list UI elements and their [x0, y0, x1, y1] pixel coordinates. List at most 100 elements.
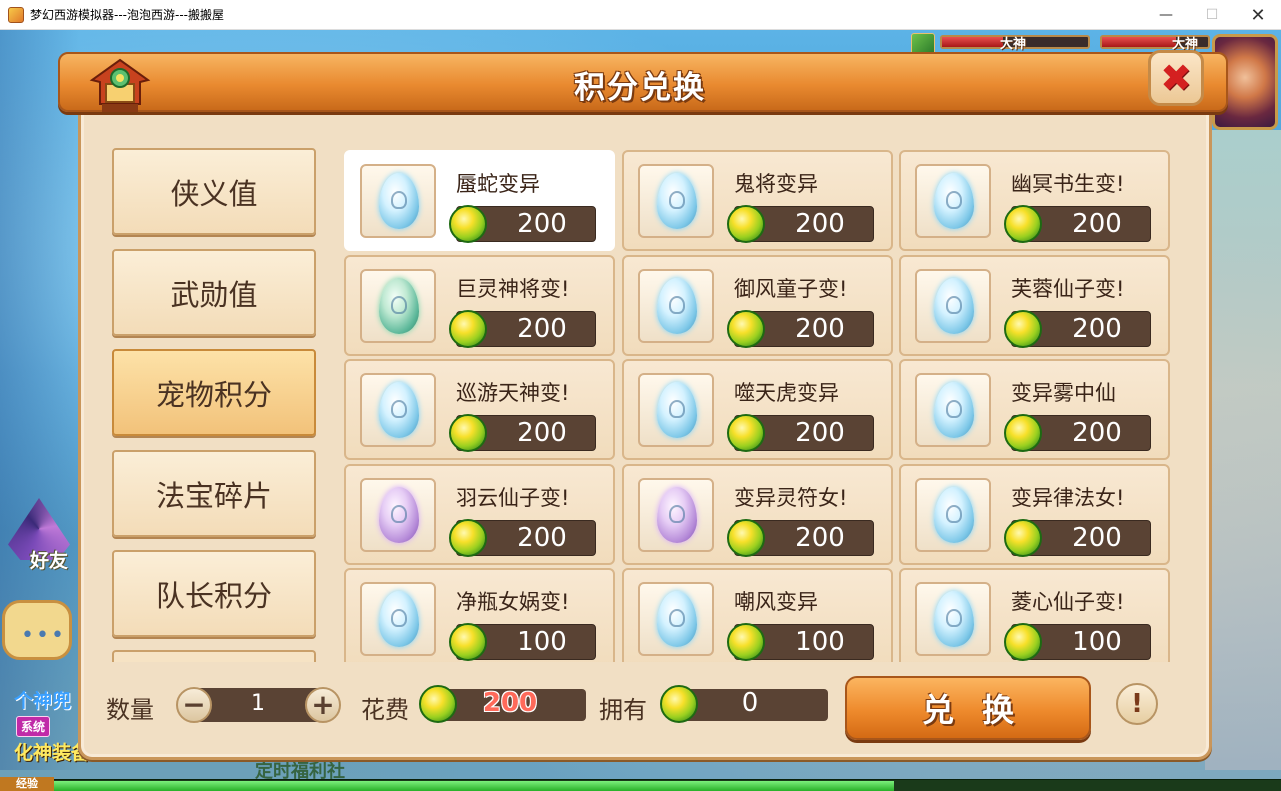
lantern-ornament-icon: [89, 58, 151, 112]
item-icon-frame: [360, 373, 436, 447]
item-card[interactable]: 净瓶女娲变! 100: [344, 568, 615, 662]
quantity-value[interactable]: 1: [210, 691, 306, 716]
pet-egg-icon: [934, 487, 974, 543]
item-price: 100: [449, 623, 596, 661]
window-titlebar: 梦幻西游模拟器---泡泡西游---搬搬屋 — ☐ ✕: [0, 0, 1281, 30]
increase-quantity-button[interactable]: +: [305, 687, 341, 723]
item-price-value: 100: [1072, 627, 1122, 657]
item-icon-frame: [638, 582, 714, 656]
chat-dots-icon: •••: [21, 623, 66, 648]
dialog-close-button[interactable]: ✖: [1148, 50, 1204, 106]
item-price: 200: [1004, 310, 1151, 348]
maximize-button[interactable]: ☐: [1189, 0, 1235, 30]
item-price: 200: [449, 519, 596, 557]
item-card[interactable]: 御风童子变! 200: [622, 255, 893, 356]
minimize-button[interactable]: —: [1143, 0, 1189, 30]
pet-egg-icon: [379, 382, 419, 438]
category-button[interactable]: 法宝碎片: [112, 450, 316, 537]
egg-pattern: [391, 400, 407, 418]
item-icon-frame: [360, 269, 436, 343]
item-name: 巨灵神将变!: [456, 277, 570, 301]
item-price: 200: [449, 310, 596, 348]
egg-pattern: [669, 296, 685, 314]
egg-pattern: [946, 400, 962, 418]
item-icon-frame: [360, 582, 436, 656]
point-gem-icon: [1004, 205, 1042, 243]
item-card[interactable]: 变异律法女! 200: [899, 464, 1170, 565]
item-name: 幽冥书生变!: [1011, 172, 1125, 196]
item-name: 噬天虎变异: [734, 381, 839, 405]
item-icon-frame: [638, 269, 714, 343]
exchange-button-label: 兑换: [921, 691, 1042, 729]
help-button[interactable]: !: [1116, 683, 1158, 725]
item-icon-frame: [915, 373, 991, 447]
item-price-value: 200: [517, 314, 567, 344]
item-card[interactable]: 巨灵神将变! 200: [344, 255, 615, 356]
item-icon-frame: [915, 269, 991, 343]
item-name: 变异律法女!: [1011, 486, 1125, 510]
dialog-title: 积分兑换: [574, 70, 706, 106]
item-card[interactable]: 变异灵符女! 200: [622, 464, 893, 565]
close-icon: ✖: [1160, 56, 1192, 100]
chat-bubble-button[interactable]: •••: [2, 600, 72, 660]
item-price-value: 200: [795, 314, 845, 344]
item-name: 巡游天神变!: [456, 381, 570, 405]
item-price: 200: [449, 205, 596, 243]
item-card[interactable]: 噬天虎变异 200: [622, 359, 893, 460]
egg-pattern: [391, 609, 407, 627]
item-price-value: 200: [517, 523, 567, 553]
pet-egg-icon: [657, 487, 697, 543]
category-button-partial[interactable]: [112, 650, 316, 662]
item-icon-frame: [360, 164, 436, 238]
item-name: 羽云仙子变!: [456, 486, 570, 510]
item-icon-frame: [915, 582, 991, 656]
exchange-button[interactable]: 兑换: [845, 676, 1091, 740]
category-button[interactable]: 侠义值: [112, 148, 316, 235]
point-gem-icon: [1004, 519, 1042, 557]
item-card[interactable]: 鬼将变异 200: [622, 150, 893, 251]
owned-label: 拥有: [599, 696, 647, 724]
decrease-quantity-button[interactable]: −: [176, 687, 212, 723]
item-name: 菱心仙子变!: [1011, 590, 1125, 614]
category-button[interactable]: 宠物积分: [112, 349, 316, 436]
owned-value: 0: [741, 688, 759, 718]
category-button[interactable]: 武勋值: [112, 249, 316, 336]
item-price-value: 200: [795, 209, 845, 239]
item-price: 200: [1004, 414, 1151, 452]
point-gem-icon: [449, 519, 487, 557]
window-close-button[interactable]: ✕: [1235, 0, 1281, 30]
item-price: 200: [449, 414, 596, 452]
egg-pattern: [669, 505, 685, 523]
item-card[interactable]: 巡游天神变! 200: [344, 359, 615, 460]
exp-label: 经验: [0, 777, 54, 791]
item-price: 200: [727, 310, 874, 348]
item-card[interactable]: 芙蓉仙子变! 200: [899, 255, 1170, 356]
item-name: 蜃蛇变异: [456, 172, 540, 196]
item-name: 嘲风变异: [734, 590, 818, 614]
item-card[interactable]: 嘲风变异 100: [622, 568, 893, 662]
item-card[interactable]: 幽冥书生变! 200: [899, 150, 1170, 251]
quantity-label: 数量: [106, 696, 154, 724]
cost-label: 花费: [361, 696, 409, 724]
point-gem-icon: [449, 205, 487, 243]
item-card[interactable]: 变异雾中仙 200: [899, 359, 1170, 460]
item-price-value: 100: [795, 627, 845, 657]
pet-egg-icon: [379, 591, 419, 647]
item-name: 净瓶女娲变!: [456, 590, 570, 614]
item-name: 变异灵符女!: [734, 486, 848, 510]
category-button[interactable]: 队长积分: [112, 550, 316, 637]
item-grid: 蜃蛇变异 200 鬼将变异 200 幽冥书生变! 200 巨灵神将变! 200 御风童子变! 20…: [344, 150, 1174, 662]
pet-egg-icon: [657, 173, 697, 229]
item-card[interactable]: 蜃蛇变异 200: [344, 150, 615, 251]
pet-egg-icon: [657, 382, 697, 438]
item-name: 变异雾中仙: [1011, 381, 1116, 405]
item-card[interactable]: 羽云仙子变! 200: [344, 464, 615, 565]
point-gem-icon: [1004, 623, 1042, 661]
pet-egg-icon: [379, 278, 419, 334]
egg-pattern: [669, 191, 685, 209]
exp-bar-fill: [54, 781, 894, 791]
egg-pattern: [946, 191, 962, 209]
item-icon-frame: [915, 478, 991, 552]
item-price: 200: [1004, 205, 1151, 243]
item-card[interactable]: 菱心仙子变! 100: [899, 568, 1170, 662]
